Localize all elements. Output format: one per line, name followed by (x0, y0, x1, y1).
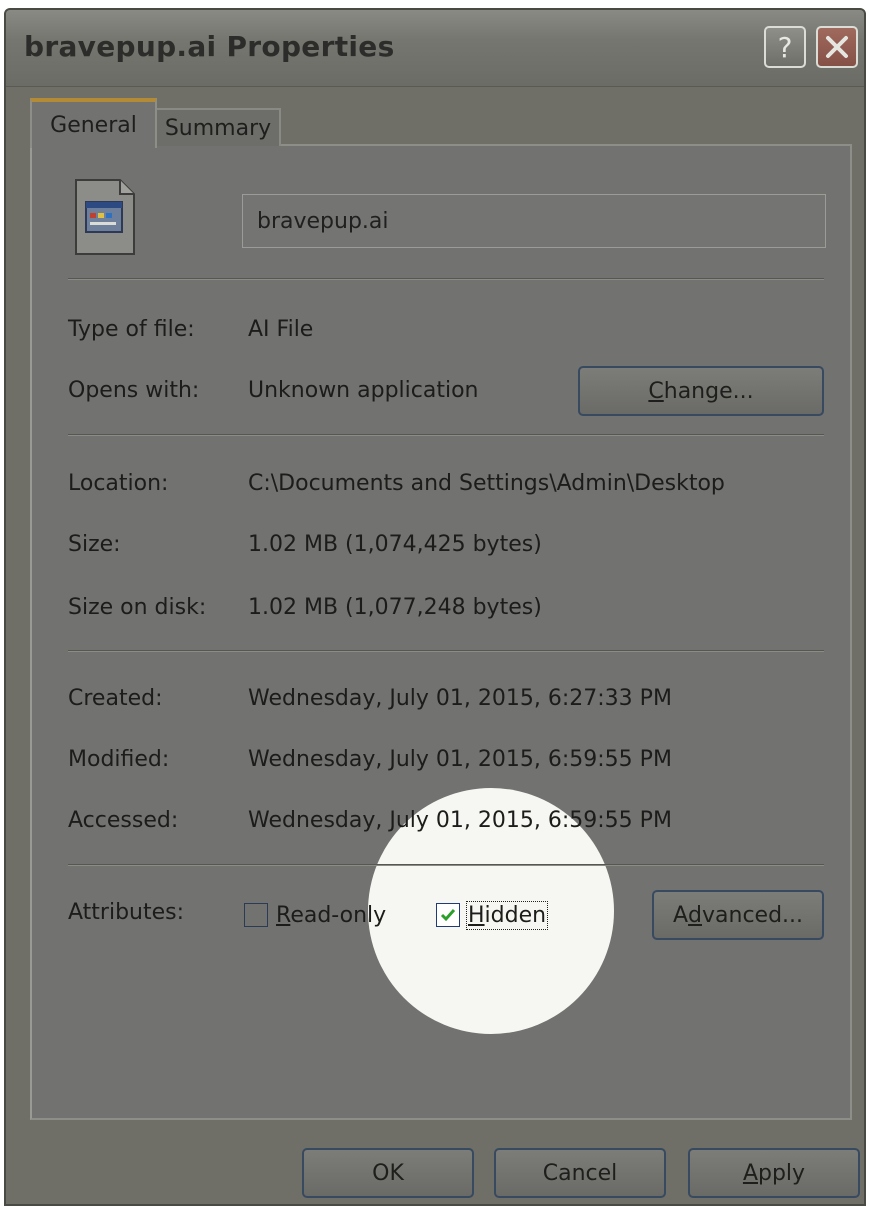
change-button-accel: C (648, 378, 664, 404)
hidden-box[interactable] (436, 903, 460, 927)
opens-with-label: Opens with: (68, 378, 200, 403)
title-bar[interactable]: bravepup.ai Properties ? (6, 10, 864, 87)
apply-accel: A (742, 1160, 758, 1186)
hidden-label: Hidden (465, 900, 549, 930)
close-button[interactable] (816, 26, 858, 68)
tab-summary[interactable]: Summary (157, 108, 281, 146)
read-only-box[interactable] (244, 903, 268, 927)
apply-label: pply (758, 1160, 806, 1186)
hidden-text: idden (484, 902, 547, 928)
ok-button[interactable]: OK (302, 1148, 474, 1198)
type-of-file-label: Type of file: (68, 317, 195, 342)
location-value: C:\Documents and Settings\Admin\Desktop (248, 471, 725, 496)
divider (68, 434, 824, 436)
divider (68, 278, 824, 280)
advanced-button[interactable]: Ad vanced... (652, 890, 824, 940)
read-only-label: Read-only (276, 903, 386, 928)
attributes-label: Attributes: (68, 900, 185, 925)
created-value: Wednesday, July 01, 2015, 6:27:33 PM (248, 686, 672, 711)
file-name-input[interactable]: bravepup.ai (242, 194, 826, 248)
advanced-post: vanced... (702, 902, 804, 928)
modified-value: Wednesday, July 01, 2015, 6:59:55 PM (248, 747, 672, 772)
change-button[interactable]: Change... (578, 366, 824, 416)
tab-general[interactable]: General (30, 98, 157, 148)
type-of-file-value: AI File (248, 317, 314, 342)
apply-button[interactable]: Apply (688, 1148, 860, 1198)
help-icon: ? (777, 30, 793, 64)
properties-dialog: bravepup.ai Properties ? General Summary… (4, 8, 866, 1206)
size-on-disk-label: Size on disk: (68, 595, 207, 620)
hidden-accel: H (468, 902, 485, 928)
advanced-pre: A (672, 902, 689, 928)
created-label: Created: (68, 686, 163, 711)
size-label: Size: (68, 532, 121, 557)
divider (68, 864, 824, 866)
divider (68, 650, 824, 652)
hidden-checkbox[interactable]: Hidden (436, 900, 549, 930)
cancel-button[interactable]: Cancel (494, 1148, 666, 1198)
accessed-label: Accessed: (68, 808, 179, 833)
change-button-label: hange... (663, 378, 754, 404)
size-value: 1.02 MB (1,074,425 bytes) (248, 532, 542, 557)
opens-with-value: Unknown application (248, 378, 479, 403)
accessed-value: Wednesday, July 01, 2015, 6:59:55 PM (248, 808, 672, 833)
modified-label: Modified: (68, 747, 170, 772)
ai-file-icon (75, 179, 135, 255)
size-on-disk-value: 1.02 MB (1,077,248 bytes) (248, 595, 542, 620)
close-icon (826, 36, 848, 58)
read-only-text: ead-only (290, 902, 387, 928)
read-only-checkbox[interactable]: Read-only (244, 900, 386, 930)
advanced-accel: d (688, 902, 702, 928)
location-label: Location: (68, 471, 169, 496)
read-only-accel: R (276, 902, 291, 928)
checkmark-icon (440, 909, 456, 922)
help-button[interactable]: ? (764, 26, 806, 68)
window-title: bravepup.ai Properties (24, 30, 395, 63)
